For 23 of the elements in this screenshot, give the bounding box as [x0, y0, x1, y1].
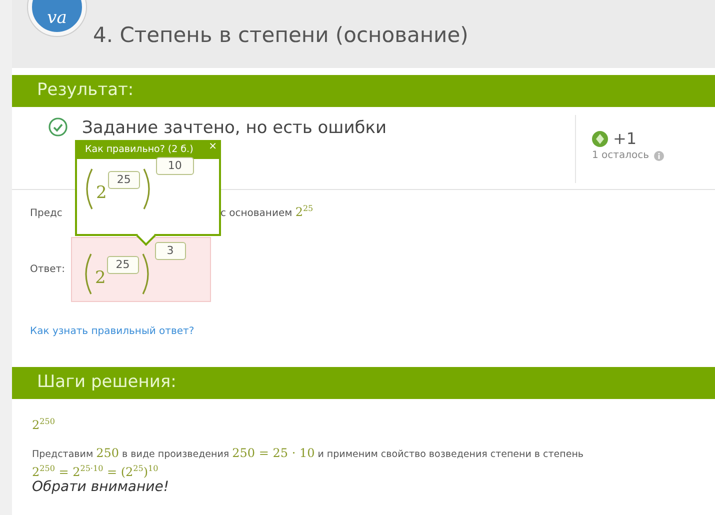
- section-heading: Результат:: [37, 80, 134, 100]
- info-icon[interactable]: [654, 150, 664, 160]
- explanation-text: Представим 250 в виде произведения 250 = 25 · 10 и применим свойство возведения степени в степень: [32, 446, 585, 462]
- remaining-count: 1 осталось: [592, 150, 650, 161]
- math-base: 2: [94, 268, 106, 288]
- math-base: 2: [96, 183, 107, 203]
- section-heading: Шаги решения:: [37, 372, 176, 392]
- note-heading: Обрати внимание!: [32, 479, 170, 495]
- math-formula: 2$^{250}$ = 2$^{25·10}$ = (2$^{25}$)$^{10}$: [32, 464, 160, 479]
- task-text: с основанием 2$^{25}$: [220, 204, 314, 219]
- gem-icon: [592, 130, 608, 146]
- math-expression: 2$^{250}$: [32, 417, 56, 432]
- logo: va: [28, 0, 86, 36]
- popover-title: Как правильно? (2 б.): [85, 143, 194, 157]
- input-field[interactable]: 25: [108, 171, 140, 189]
- input-field[interactable]: 25: [106, 256, 139, 274]
- answer-label: Ответ:: [30, 264, 65, 275]
- task-text: Предс: [30, 208, 62, 219]
- input-field[interactable]: 10: [156, 157, 194, 175]
- input-field[interactable]: 3: [154, 242, 186, 260]
- score: +1: [613, 129, 637, 148]
- page-title: 4. Степень в степени (основание): [93, 23, 468, 47]
- result-status: Задание зачтено, но есть ошибки: [82, 117, 387, 139]
